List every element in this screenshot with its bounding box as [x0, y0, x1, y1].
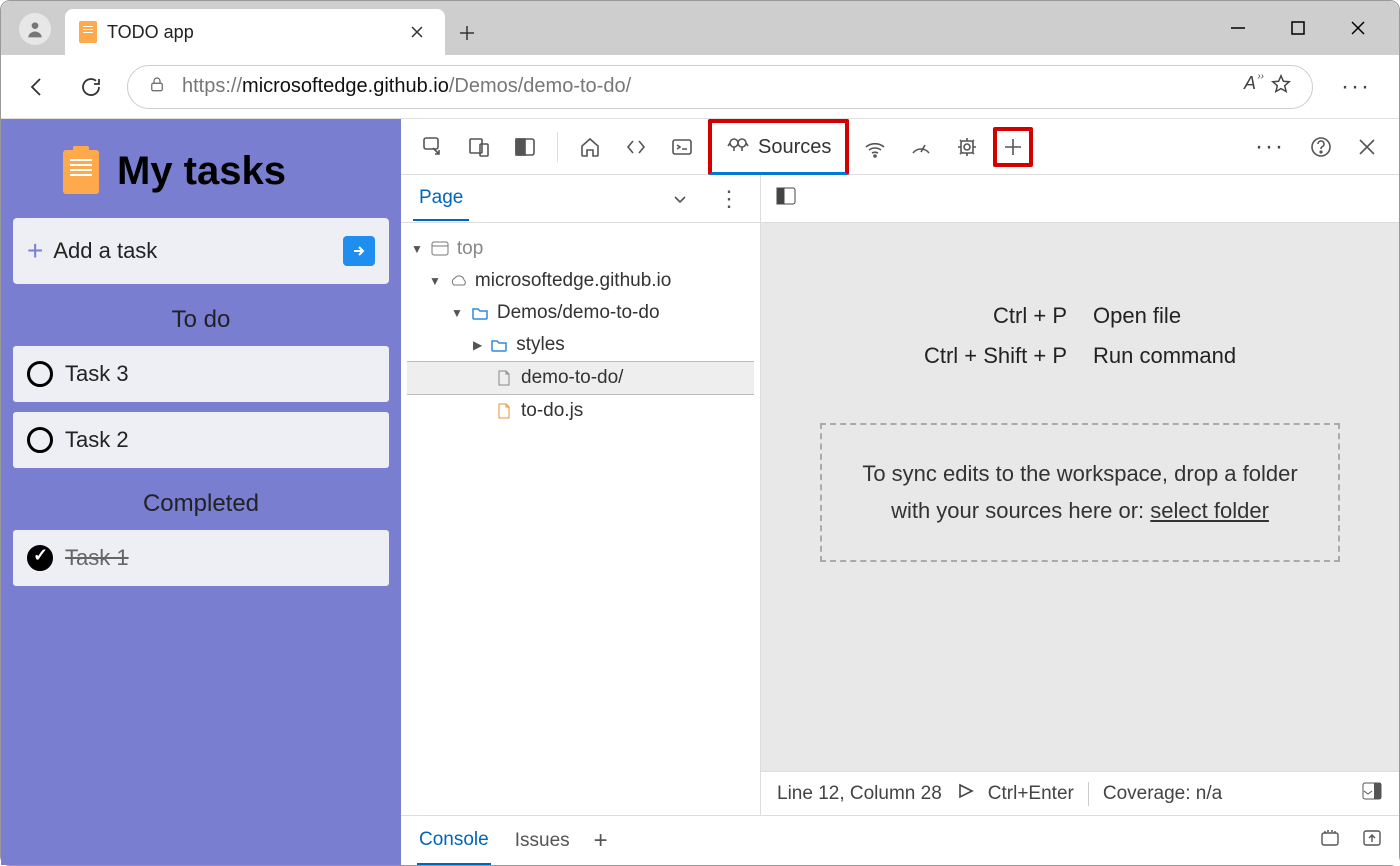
browser-titlebar: TODO app: [1, 1, 1399, 55]
back-button[interactable]: [19, 69, 55, 105]
settings-more-button[interactable]: ···: [1331, 73, 1381, 101]
completed-section-heading: Completed: [13, 490, 389, 518]
tree-top-frame[interactable]: ▼ top: [407, 233, 754, 265]
editor-panel: Ctrl + P Open file Ctrl + Shift + P Run …: [761, 175, 1399, 815]
memory-tab-icon[interactable]: [947, 127, 987, 167]
clipboard-icon: [79, 21, 97, 43]
refresh-button[interactable]: [73, 69, 109, 105]
drawer-dock-icon[interactable]: [1361, 827, 1383, 855]
run-icon[interactable]: [956, 782, 974, 806]
console-drawer-tab[interactable]: Console: [417, 817, 491, 865]
address-bar[interactable]: https://microsoftedge.github.io/Demos/de…: [127, 65, 1313, 109]
close-window-button[interactable]: [1347, 17, 1369, 39]
add-task-input[interactable]: + Add a task: [13, 218, 389, 284]
file-icon: [495, 402, 513, 420]
shortcut-row: Ctrl + Shift + P Run command: [887, 343, 1273, 369]
file-icon: [495, 369, 513, 387]
navigator-more-button[interactable]: ⋮: [710, 186, 748, 212]
coverage-status: Coverage: n/a: [1103, 783, 1222, 805]
editor-placeholder: Ctrl + P Open file Ctrl + Shift + P Run …: [761, 223, 1399, 771]
performance-tab-icon[interactable]: [901, 127, 941, 167]
run-shortcut: Ctrl+Enter: [988, 783, 1074, 805]
console-tab-icon[interactable]: [662, 127, 702, 167]
device-toolbar-icon[interactable]: [459, 127, 499, 167]
cursor-position: Line 12, Column 28: [777, 783, 942, 805]
tab-close-button[interactable]: [403, 18, 431, 46]
task-item-completed[interactable]: Task 1: [13, 530, 389, 586]
folder-icon: [471, 304, 489, 322]
checkbox-checked-icon[interactable]: [27, 545, 53, 571]
tree-styles-folder[interactable]: ▶ styles: [407, 329, 754, 361]
maximize-button[interactable]: [1287, 17, 1309, 39]
devtools-drawer: Console Issues +: [401, 815, 1399, 865]
todo-section-heading: To do: [13, 306, 389, 334]
cloud-icon: [449, 272, 467, 290]
favorite-icon[interactable]: [1270, 73, 1292, 101]
tree-js-file[interactable]: to-do.js: [407, 395, 754, 427]
plus-icon: +: [27, 235, 43, 267]
devtools-pane: Sources ··· Page ⋮ ▼: [401, 119, 1399, 865]
file-tree: ▼ top ▼ microsoftedge.github.io ▼ Demos/…: [401, 223, 760, 437]
network-tab-icon[interactable]: [855, 127, 895, 167]
drawer-issues-icon[interactable]: [1319, 827, 1341, 855]
devtools-more-button[interactable]: ···: [1245, 133, 1295, 161]
welcome-tab-icon[interactable]: [570, 127, 610, 167]
tree-origin[interactable]: ▼ microsoftedge.github.io: [407, 265, 754, 297]
sources-tab[interactable]: Sources: [708, 119, 849, 175]
chevron-down-icon[interactable]: [660, 179, 700, 219]
sources-navigator: Page ⋮ ▼ top ▼ microsoftedge.github.io: [401, 175, 761, 815]
task-label: Task 3: [65, 361, 129, 387]
address-bar-row: https://microsoftedge.github.io/Demos/de…: [1, 55, 1399, 119]
close-devtools-button[interactable]: [1347, 127, 1387, 167]
expand-sidebar-icon[interactable]: [1361, 780, 1383, 808]
task-item[interactable]: Task 2: [13, 412, 389, 468]
tree-index-file[interactable]: demo-to-do/: [407, 361, 754, 395]
editor-status-bar: Line 12, Column 28 Ctrl+Enter Coverage: …: [761, 771, 1399, 815]
more-tools-button[interactable]: [993, 127, 1033, 167]
add-drawer-tab-button[interactable]: +: [594, 827, 608, 855]
sources-tab-label: Sources: [758, 136, 831, 159]
app-title: My tasks: [63, 149, 389, 194]
new-tab-button[interactable]: [453, 19, 481, 47]
submit-task-button[interactable]: [343, 236, 375, 266]
help-icon[interactable]: [1301, 127, 1341, 167]
window-icon: [431, 240, 449, 258]
url-text: https://microsoftedge.github.io/Demos/de…: [182, 75, 1228, 98]
toggle-sidebar-icon[interactable]: [775, 185, 797, 212]
read-aloud-icon[interactable]: A››: [1244, 73, 1256, 101]
tree-folder[interactable]: ▼ Demos/demo-to-do: [407, 297, 754, 329]
task-label: Task 1: [65, 545, 129, 571]
folder-icon: [490, 336, 508, 354]
workspace-dropzone[interactable]: To sync edits to the workspace, drop a f…: [820, 423, 1339, 562]
task-item[interactable]: Task 3: [13, 346, 389, 402]
window-controls: [1197, 1, 1399, 55]
shortcut-row: Ctrl + P Open file: [887, 303, 1273, 329]
inspect-element-icon[interactable]: [413, 127, 453, 167]
navigator-tabs: Page ⋮: [401, 175, 760, 223]
select-folder-link[interactable]: select folder: [1150, 498, 1269, 523]
add-task-placeholder: Add a task: [53, 238, 333, 264]
dock-side-icon[interactable]: [505, 127, 545, 167]
minimize-button[interactable]: [1227, 17, 1249, 39]
checkbox-icon[interactable]: [27, 427, 53, 453]
profile-avatar[interactable]: [19, 13, 51, 45]
tab-title: TODO app: [107, 22, 393, 43]
editor-toolbar: [761, 175, 1399, 223]
page-tab[interactable]: Page: [413, 177, 469, 221]
devtools-toolbar: Sources ···: [401, 119, 1399, 175]
task-label: Task 2: [65, 427, 129, 453]
todo-app-pane: My tasks + Add a task To do Task 3 Task …: [1, 119, 401, 865]
clipboard-icon: [63, 150, 99, 194]
elements-tab-icon[interactable]: [616, 127, 656, 167]
checkbox-icon[interactable]: [27, 361, 53, 387]
lock-icon: [148, 75, 166, 99]
browser-tab[interactable]: TODO app: [65, 9, 445, 55]
issues-drawer-tab[interactable]: Issues: [515, 830, 570, 852]
